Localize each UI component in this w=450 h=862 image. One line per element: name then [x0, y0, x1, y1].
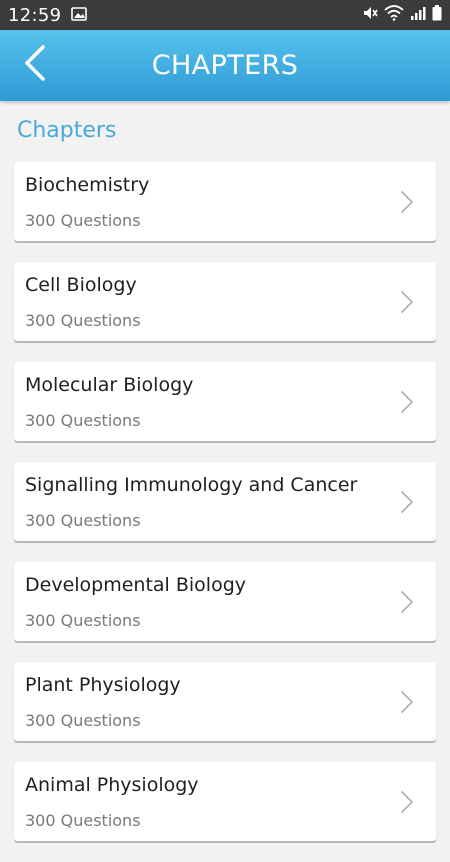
chapter-title: Animal Physiology — [25, 774, 199, 796]
chapter-title: Molecular Biology — [25, 374, 194, 396]
chapter-card[interactable]: Biochemistry 300 Questions — [14, 162, 436, 241]
chapter-title: Developmental Biology — [25, 574, 247, 596]
chapter-card[interactable]: Molecular Biology 300 Questions — [14, 362, 436, 441]
chapter-question-count: 300 Questions — [25, 511, 141, 530]
chapter-question-count: 300 Questions — [25, 211, 141, 230]
chevron-right-icon — [400, 190, 414, 214]
status-right — [362, 5, 442, 25]
chapter-title: Signalling Immunology and Cancer — [25, 474, 358, 496]
wifi-icon — [384, 5, 404, 25]
chapter-card[interactable]: Signalling Immunology and Cancer 300 Que… — [14, 462, 436, 541]
chevron-right-icon — [400, 590, 414, 614]
battery-icon — [432, 5, 442, 25]
chevron-right-icon — [400, 790, 414, 814]
app-bar: CHAPTERS — [0, 30, 450, 101]
status-left: 12:59 — [8, 4, 88, 26]
section-heading: Chapters — [17, 118, 117, 143]
chevron-right-icon — [400, 690, 414, 714]
chapter-question-count: 300 Questions — [25, 811, 141, 830]
chapter-question-count: 300 Questions — [25, 611, 141, 630]
chapter-list: Biochemistry 300 Questions Cell Biology … — [14, 162, 436, 862]
chapter-question-count: 300 Questions — [25, 711, 141, 730]
chevron-left-icon — [24, 45, 46, 85]
chapter-question-count: 300 Questions — [25, 411, 141, 430]
chevron-right-icon — [400, 490, 414, 514]
chapter-card[interactable]: Animal Physiology 300 Questions — [14, 762, 436, 841]
chevron-right-icon — [400, 390, 414, 414]
image-icon — [71, 6, 88, 25]
chapter-title: Biochemistry — [25, 174, 150, 196]
signal-icon — [410, 5, 426, 25]
chapter-title: Cell Biology — [25, 274, 137, 296]
back-button[interactable] — [12, 42, 58, 88]
status-time: 12:59 — [8, 4, 62, 26]
chapter-card[interactable]: Developmental Biology 300 Questions — [14, 562, 436, 641]
chapter-card[interactable]: Plant Physiology 300 Questions — [14, 662, 436, 741]
chapter-title: Plant Physiology — [25, 674, 181, 696]
page-title: CHAPTERS — [151, 50, 299, 81]
status-bar: 12:59 — [0, 0, 450, 30]
chevron-right-icon — [400, 290, 414, 314]
mute-icon — [362, 5, 378, 25]
chapter-question-count: 300 Questions — [25, 311, 141, 330]
chapter-card[interactable]: Cell Biology 300 Questions — [14, 262, 436, 341]
